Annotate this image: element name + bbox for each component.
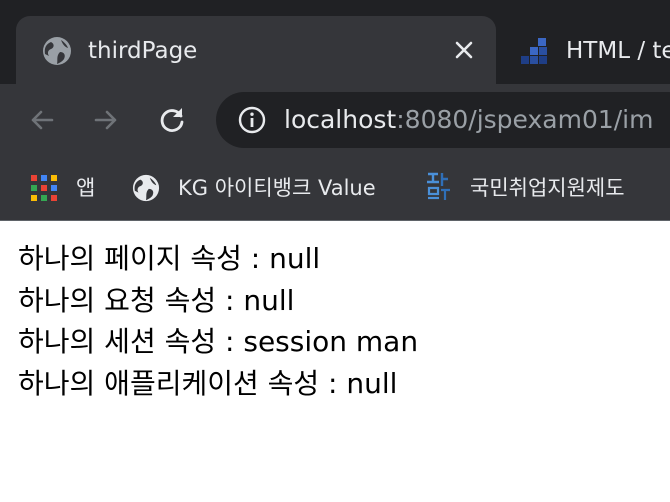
bookmarks-bar: 앱 KG 아이티뱅크 Value 국민취업지원제도	[0, 156, 670, 221]
toolbar: localhost:8080/jspexam01/im	[0, 84, 670, 156]
tab-html[interactable]: HTML / te	[520, 16, 670, 84]
globe-icon	[132, 174, 160, 211]
back-arrow-icon[interactable]	[26, 104, 58, 136]
apps-grid-icon	[30, 174, 58, 211]
url-path: :8080/jspexam01/im	[396, 105, 654, 134]
request-scope-attribute: 하나의 요청 속성 : null	[18, 284, 295, 317]
site-favicon	[520, 36, 550, 70]
info-icon[interactable]	[238, 106, 266, 138]
site-favicon	[424, 170, 454, 213]
reload-icon[interactable]	[156, 104, 188, 136]
forward-arrow-icon[interactable]	[90, 104, 122, 136]
globe-icon	[42, 36, 72, 70]
tab-strip: thirdPage HTML / te	[0, 0, 670, 84]
page-content: 하나의 페이지 속성 : null 하나의 요청 속성 : null 하나의 세…	[0, 221, 670, 502]
bookmark-apps[interactable]: 앱	[30, 172, 100, 204]
close-icon[interactable]	[450, 36, 478, 64]
session-scope-attribute: 하나의 세션 속성 : session man	[18, 325, 419, 358]
url-host: localhost	[284, 105, 397, 134]
browser-window: thirdPage HTML / te localhost:8080/jspex…	[0, 0, 670, 502]
tab-title: HTML / te	[566, 38, 670, 64]
bookmark-label: 국민취업지원제도	[470, 176, 625, 200]
tab-title: thirdPage	[88, 38, 198, 64]
bookmark-employment[interactable]: 국민취업지원제도	[424, 172, 654, 204]
bookmark-label: 앱	[76, 176, 96, 200]
address-bar[interactable]: localhost:8080/jspexam01/im	[216, 92, 670, 148]
page-scope-attribute: 하나의 페이지 속성 : null	[18, 242, 321, 275]
application-scope-attribute: 하나의 애플리케이션 속성 : null	[18, 367, 398, 400]
bookmark-label: KG 아이티뱅크 Value	[178, 176, 376, 200]
tab-thirdpage[interactable]: thirdPage	[16, 16, 496, 84]
bookmark-kg-itbank[interactable]: KG 아이티뱅크 Value	[132, 172, 392, 204]
url-text[interactable]: localhost:8080/jspexam01/im	[284, 103, 654, 137]
